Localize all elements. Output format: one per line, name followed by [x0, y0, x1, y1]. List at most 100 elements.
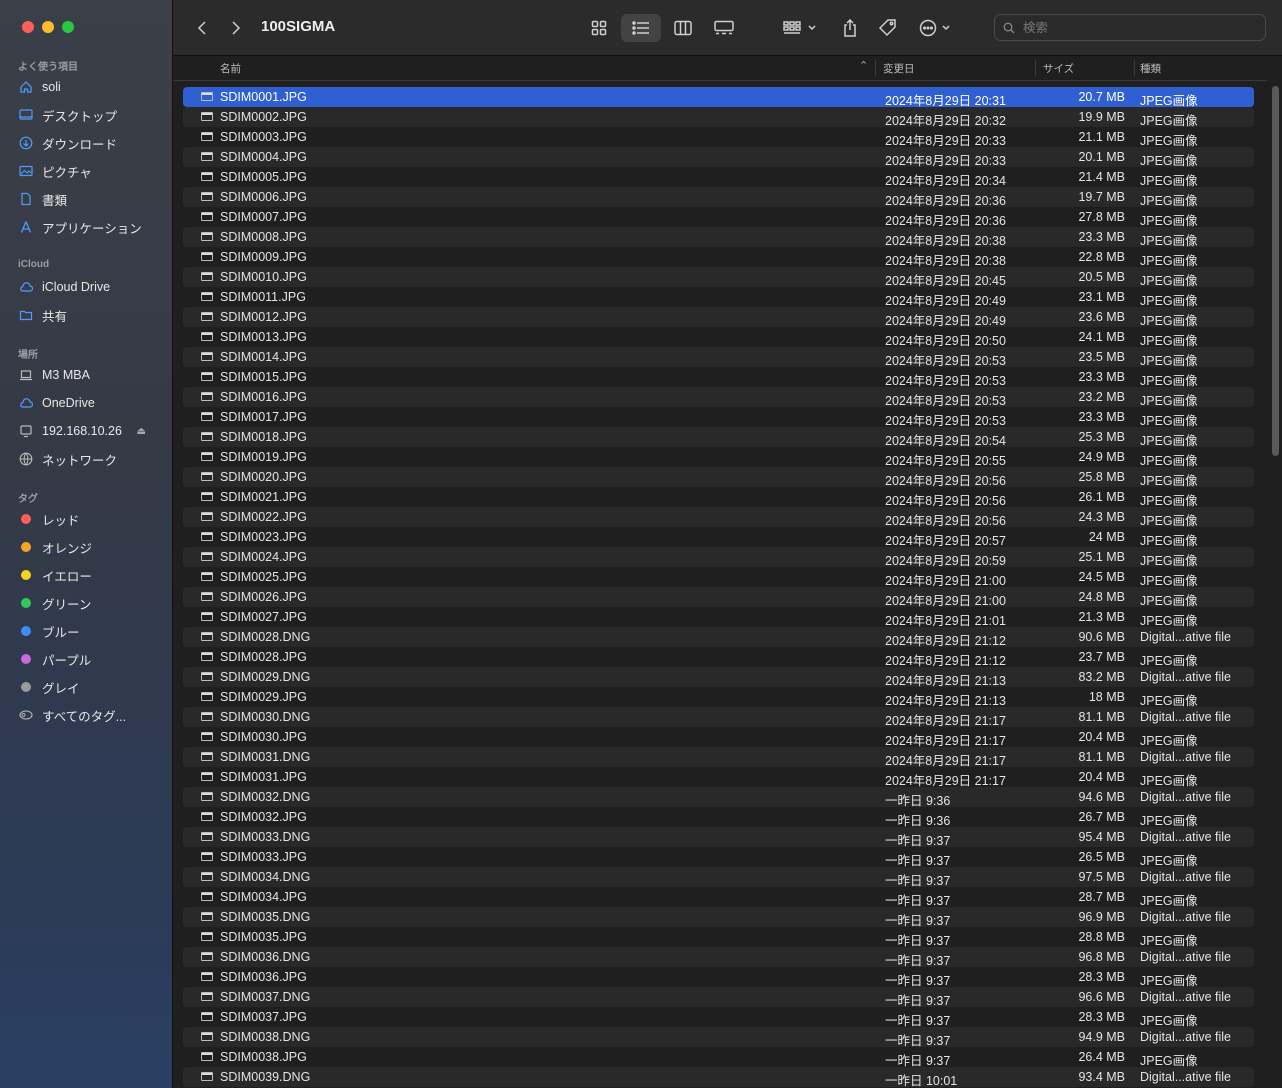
table-row[interactable]: SDIM0028.JPG 2024年8月29日 21:12 23.7 MB JPEG画…: [183, 647, 1254, 668]
table-row[interactable]: SDIM0003.JPG 2024年8月29日 20:33 21.1 MB JPEG画…: [183, 127, 1254, 148]
sidebar-item[interactable]: iCloud Drive: [18, 276, 166, 298]
close-window-button[interactable]: [22, 21, 34, 33]
table-row[interactable]: SDIM0024.JPG 2024年8月29日 20:59 25.1 MB JPEG画…: [183, 547, 1254, 568]
table-row[interactable]: SDIM0018.JPG 2024年8月29日 20:54 25.3 MB JPEG画…: [183, 427, 1254, 448]
sidebar-item[interactable]: ダウンロード: [18, 132, 166, 154]
sidebar-item[interactable]: 書類: [18, 188, 166, 210]
sidebar-item[interactable]: ピクチャ: [18, 160, 166, 182]
table-row[interactable]: SDIM0030.DNG 2024年8月29日 21:17 81.1 MB Digit…: [183, 707, 1254, 728]
table-row[interactable]: SDIM0037.JPG 一昨日 9:37 28.3 MB JPEG画像: [183, 1007, 1254, 1028]
sidebar-item[interactable]: デスクトップ: [18, 104, 166, 126]
column-view-button[interactable]: [669, 16, 697, 40]
table-row[interactable]: SDIM0036.JPG 一昨日 9:37 28.3 MB JPEG画像: [183, 967, 1254, 988]
table-row[interactable]: SDIM0019.JPG 2024年8月29日 20:55 24.9 MB JPEG画…: [183, 447, 1254, 468]
table-row[interactable]: SDIM0037.DNG 一昨日 9:37 96.6 MB Digital...ati…: [183, 987, 1254, 1008]
table-row[interactable]: SDIM0032.JPG 一昨日 9:36 26.7 MB JPEG画像: [183, 807, 1254, 828]
table-row[interactable]: SDIM0025.JPG 2024年8月29日 21:00 24.5 MB JPEG画…: [183, 567, 1254, 588]
sidebar-item[interactable]: アプリケーション: [18, 216, 166, 238]
table-row[interactable]: SDIM0016.JPG 2024年8月29日 20:53 23.2 MB JPEG画…: [183, 387, 1254, 408]
sidebar-item-all-tags[interactable]: すべてのタグ...: [18, 704, 166, 726]
table-row[interactable]: SDIM0031.JPG 2024年8月29日 21:17 20.4 MB JPEG画…: [183, 767, 1254, 788]
table-row[interactable]: SDIM0038.DNG 一昨日 9:37 94.9 MB Digital...ati…: [183, 1027, 1254, 1048]
table-row[interactable]: SDIM0008.JPG 2024年8月29日 20:38 23.3 MB JPEG画…: [183, 227, 1254, 248]
search-field[interactable]: [994, 14, 1266, 41]
table-row[interactable]: SDIM0033.DNG 一昨日 9:37 95.4 MB Digital...ati…: [183, 827, 1254, 848]
eject-icon[interactable]: ⏏: [137, 426, 146, 437]
table-row[interactable]: SDIM0013.JPG 2024年8月29日 20:50 24.1 MB JPEG画…: [183, 327, 1254, 348]
sidebar-tag-item[interactable]: オレンジ: [18, 536, 166, 558]
image-file-icon: [201, 212, 213, 221]
table-row[interactable]: SDIM0009.JPG 2024年8月29日 20:38 22.8 MB JPEG画…: [183, 247, 1254, 268]
sidebar-tag-item[interactable]: ブルー: [18, 620, 166, 642]
table-row[interactable]: SDIM0031.DNG 2024年8月29日 21:17 81.1 MB Digit…: [183, 747, 1254, 768]
table-row[interactable]: SDIM0034.DNG 一昨日 9:37 97.5 MB Digital...ati…: [183, 867, 1254, 888]
table-row[interactable]: SDIM0036.DNG 一昨日 9:37 96.8 MB Digital...ati…: [183, 947, 1254, 968]
table-row[interactable]: SDIM0032.DNG 一昨日 9:36 94.6 MB Digital...ati…: [183, 787, 1254, 808]
sidebar-item[interactable]: ネットワーク: [18, 448, 166, 470]
sidebar-tag-item[interactable]: パープル: [18, 648, 166, 670]
sidebar-item[interactable]: 192.168.10.26 ⏏: [18, 420, 166, 442]
table-row[interactable]: SDIM0026.JPG 2024年8月29日 21:00 24.8 MB JPEG画…: [183, 587, 1254, 608]
table-row[interactable]: SDIM0029.DNG 2024年8月29日 21:13 83.2 MB Digit…: [183, 667, 1254, 688]
column-name-header[interactable]: 名前: [220, 61, 241, 76]
table-row[interactable]: SDIM0002.JPG 2024年8月29日 20:32 19.9 MB JPEG画…: [183, 107, 1254, 128]
table-row[interactable]: SDIM0035.DNG 一昨日 9:37 96.9 MB Digital...ati…: [183, 907, 1254, 928]
tag-button[interactable]: [877, 16, 899, 40]
sidebar-tag-item[interactable]: グリーン: [18, 592, 166, 614]
list-view-button[interactable]: [621, 14, 661, 42]
table-row[interactable]: SDIM0029.JPG 2024年8月29日 21:13 18 MB JPEG画像: [183, 687, 1254, 708]
table-row[interactable]: SDIM0039.DNG 一昨日 10:01 93.4 MB Digital...at…: [183, 1067, 1254, 1088]
icon-view-button[interactable]: [585, 16, 613, 40]
image-file-icon: [201, 192, 213, 201]
scrollbar-thumb[interactable]: [1272, 86, 1279, 456]
table-row[interactable]: SDIM0007.JPG 2024年8月29日 20:36 27.8 MB JPEG画…: [183, 207, 1254, 228]
minimize-window-button[interactable]: [42, 21, 54, 33]
sidebar-item[interactable]: soli: [18, 76, 166, 98]
table-row[interactable]: SDIM0017.JPG 2024年8月29日 20:53 23.3 MB JPEG画…: [183, 407, 1254, 428]
vertical-scrollbar[interactable]: [1270, 86, 1280, 456]
column-size-header[interactable]: サイズ: [1043, 61, 1074, 76]
table-row[interactable]: SDIM0011.JPG 2024年8月29日 20:49 23.1 MB JPEG画…: [183, 287, 1254, 308]
table-row[interactable]: SDIM0038.JPG 一昨日 9:37 26.4 MB JPEG画像: [183, 1047, 1254, 1068]
table-row[interactable]: SDIM0010.JPG 2024年8月29日 20:45 20.5 MB JPEG画…: [183, 267, 1254, 288]
table-row[interactable]: SDIM0004.JPG 2024年8月29日 20:33 20.1 MB JPEG画…: [183, 147, 1254, 168]
table-row[interactable]: SDIM0023.JPG 2024年8月29日 20:57 24 MB JPEG画像: [183, 527, 1254, 548]
table-row[interactable]: SDIM0030.JPG 2024年8月29日 21:17 20.4 MB JPEG画…: [183, 727, 1254, 748]
sidebar-item-label: ブルー: [42, 625, 80, 640]
share-button[interactable]: [839, 16, 861, 40]
table-row[interactable]: SDIM0028.DNG 2024年8月29日 21:12 90.6 MB Digit…: [183, 627, 1254, 648]
table-row[interactable]: SDIM0001.JPG 2024年8月29日 20:31 20.7 MB JPEG画…: [183, 87, 1254, 108]
group-by-button[interactable]: [781, 16, 821, 40]
column-date-header[interactable]: 変更日: [883, 61, 915, 76]
table-row[interactable]: SDIM0033.JPG 一昨日 9:37 26.5 MB JPEG画像: [183, 847, 1254, 868]
column-kind-header[interactable]: 種類: [1140, 61, 1161, 76]
more-actions-button[interactable]: [917, 16, 957, 40]
sidebar-tag-item[interactable]: イエロー: [18, 564, 166, 586]
table-row[interactable]: SDIM0020.JPG 2024年8月29日 20:56 25.8 MB JPEG画…: [183, 467, 1254, 488]
image-file-icon: [201, 932, 213, 941]
sidebar-item[interactable]: OneDrive: [18, 392, 166, 414]
chevron-right-icon: [232, 21, 241, 35]
sidebar-tag-item[interactable]: グレイ: [18, 676, 166, 698]
table-row[interactable]: SDIM0021.JPG 2024年8月29日 20:56 26.1 MB JPEG画…: [183, 487, 1254, 508]
search-input[interactable]: [1021, 19, 1255, 36]
table-row[interactable]: SDIM0022.JPG 2024年8月29日 20:56 24.3 MB JPEG画…: [183, 507, 1254, 528]
forward-button[interactable]: [225, 16, 247, 40]
file-kind: Digital...ative file: [1140, 990, 1232, 1004]
file-name: SDIM0005.JPG: [220, 170, 307, 184]
table-row[interactable]: SDIM0015.JPG 2024年8月29日 20:53 23.3 MB JPEG画…: [183, 367, 1254, 388]
gallery-view-button[interactable]: [709, 16, 739, 40]
sidebar-item[interactable]: 共有: [18, 304, 166, 326]
table-row[interactable]: SDIM0027.JPG 2024年8月29日 21:01 21.3 MB JPEG画…: [183, 607, 1254, 628]
table-row[interactable]: SDIM0012.JPG 2024年8月29日 20:49 23.6 MB JPEG画…: [183, 307, 1254, 328]
file-name: SDIM0017.JPG: [220, 410, 307, 424]
zoom-window-button[interactable]: [62, 21, 74, 33]
sidebar-tag-item[interactable]: レッド: [18, 508, 166, 530]
back-button[interactable]: [191, 16, 213, 40]
table-row[interactable]: SDIM0006.JPG 2024年8月29日 20:36 19.7 MB JPEG画…: [183, 187, 1254, 208]
table-row[interactable]: SDIM0034.JPG 一昨日 9:37 28.7 MB JPEG画像: [183, 887, 1254, 908]
table-row[interactable]: SDIM0005.JPG 2024年8月29日 20:34 21.4 MB JPEG画…: [183, 167, 1254, 188]
sidebar-item[interactable]: M3 MBA: [18, 364, 166, 386]
table-row[interactable]: SDIM0014.JPG 2024年8月29日 20:53 23.5 MB JPEG画…: [183, 347, 1254, 368]
table-row[interactable]: SDIM0035.JPG 一昨日 9:37 28.8 MB JPEG画像: [183, 927, 1254, 948]
